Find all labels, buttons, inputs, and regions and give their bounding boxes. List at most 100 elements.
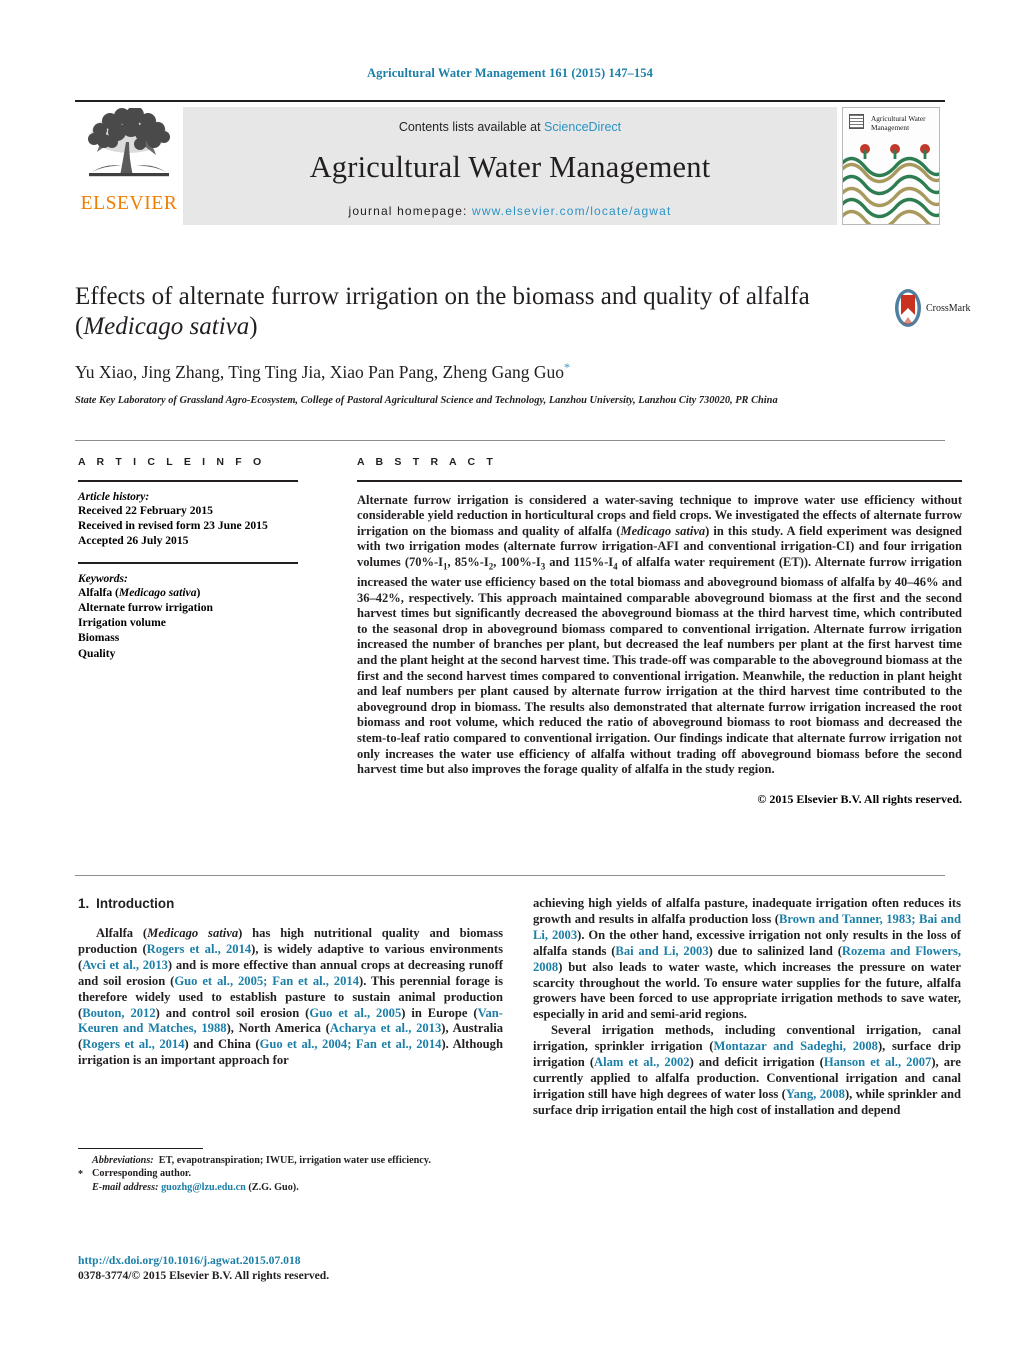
article-history-label: Article history: bbox=[78, 490, 150, 503]
homepage-prefix: journal homepage: bbox=[348, 204, 472, 218]
elsevier-tree-icon bbox=[88, 108, 170, 177]
article-info-rule bbox=[78, 480, 298, 482]
journal-cover-thumbnail: Agricultural Water Management bbox=[837, 102, 945, 228]
crossmark-icon bbox=[895, 289, 921, 327]
footnote-rule bbox=[78, 1148, 203, 1149]
intro-left-run: ) in Europe ( bbox=[401, 1005, 478, 1020]
intro-paragraph-right-2: Several irrigation methods, including co… bbox=[533, 1023, 961, 1118]
divider-above-body bbox=[75, 875, 945, 876]
abstract-run: , 100%-I bbox=[493, 554, 541, 569]
citation-link[interactable]: Montazar and Sadeghi, 2008 bbox=[714, 1039, 878, 1053]
species-italic: Medicago sativa bbox=[147, 926, 239, 940]
history-revised: Received in revised form 23 June 2015 bbox=[78, 518, 268, 532]
keyword-item: Biomass bbox=[78, 631, 120, 645]
article-info-heading: A R T I C L E I N F O bbox=[78, 456, 266, 468]
intro-paragraph-right-1: achieving high yields of alfalfa pasture… bbox=[533, 896, 961, 1023]
intro-left-run: ) and control soil erosion ( bbox=[155, 1005, 310, 1020]
history-accepted: Accepted 26 July 2015 bbox=[78, 534, 189, 547]
citation-link[interactable]: Guo et al., 2005 bbox=[309, 1006, 401, 1020]
abbreviations-label: Abbreviations: bbox=[92, 1155, 154, 1166]
abstract-run: of alfalfa water requirement (ET)). Alte… bbox=[357, 554, 963, 777]
contents-prefix: Contents lists available at bbox=[398, 120, 545, 134]
citation-link[interactable]: Alam et al., 2002 bbox=[594, 1055, 690, 1069]
citation-link[interactable]: Bouton, 2012 bbox=[82, 1006, 155, 1020]
title-block: Effects of alternate furrow irrigation o… bbox=[75, 282, 875, 407]
paper-page: Agricultural Water Management 161 (2015)… bbox=[0, 0, 1020, 1351]
affiliation: State Key Laboratory of Grassland Agro-E… bbox=[75, 394, 778, 406]
intro-paragraph-left: Alfalfa (Medicago sativa) has high nutri… bbox=[78, 926, 503, 1069]
authors-names: Yu Xiao, Jing Zhang, Ting Ting Jia, Xiao… bbox=[75, 361, 565, 382]
masthead-center: Contents lists available at ScienceDirec… bbox=[183, 107, 837, 225]
crossmark-badge[interactable]: CrossMark bbox=[893, 283, 971, 333]
intro-left-run: ) and China ( bbox=[184, 1037, 260, 1052]
abstract-text: Alternate furrow irrigation is considere… bbox=[357, 493, 962, 778]
contents-available-line: Contents lists available at ScienceDirec… bbox=[183, 107, 837, 134]
title-species-italic: Medicago sativa bbox=[83, 313, 250, 340]
keywords-label: Keywords: bbox=[78, 572, 128, 585]
citation-link[interactable]: Bai and Li, 2003 bbox=[615, 944, 708, 958]
article-info-section: A R T I C L E I N F O Article history: R… bbox=[78, 456, 298, 661]
citation-link[interactable]: Yang, 2008 bbox=[786, 1087, 845, 1101]
sciencedirect-link[interactable]: ScienceDirect bbox=[544, 120, 621, 134]
intro-left-run: Alfalfa ( bbox=[96, 926, 148, 940]
section-title: Introduction bbox=[96, 896, 175, 911]
abbreviations-footnote: Abbreviations: ET, evapotranspiration; I… bbox=[78, 1154, 503, 1167]
elsevier-wordmark: ELSEVIER bbox=[80, 193, 178, 214]
citation-link[interactable]: Guo et al., 2005; Fan et al., 2014 bbox=[174, 974, 359, 988]
keyword-item: Quality bbox=[78, 646, 116, 660]
citation-link[interactable]: Acharya et al., 2013 bbox=[330, 1021, 441, 1035]
intro-right-2-run: ) and deficit irrigation ( bbox=[689, 1055, 824, 1070]
running-head: Agricultural Water Management 161 (2015)… bbox=[367, 66, 653, 80]
citation-link[interactable]: Rogers et al., 2014 bbox=[147, 942, 252, 956]
email-link[interactable]: guozhg@lzu.edu.cn bbox=[161, 1182, 246, 1193]
cover-title: Agricultural Water Management bbox=[871, 114, 926, 132]
doi-block: http://dx.doi.org/10.1016/j.agwat.2015.0… bbox=[78, 1254, 508, 1282]
citation-link[interactable]: Hanson et al., 2007 bbox=[824, 1055, 932, 1069]
homepage-url[interactable]: www.elsevier.com/locate/agwat bbox=[472, 204, 671, 218]
title-part-2: ) bbox=[249, 313, 258, 340]
page-title: Effects of alternate furrow irrigation o… bbox=[75, 282, 875, 342]
abstract-run: and 115%-I bbox=[545, 554, 614, 569]
keyword-item: Alfalfa (Medicago sativa) bbox=[78, 585, 201, 599]
doi-link[interactable]: http://dx.doi.org/10.1016/j.agwat.2015.0… bbox=[78, 1254, 508, 1267]
footnote-block: Abbreviations: ET, evapotranspiration; I… bbox=[78, 1148, 503, 1194]
citation-link[interactable]: Avci et al., 2013 bbox=[82, 958, 168, 972]
asterisk-icon: * bbox=[78, 1169, 84, 1181]
cover-box: Agricultural Water Management bbox=[842, 107, 940, 225]
divider-above-abstract bbox=[75, 440, 945, 441]
abstract-species-italic: Medicago sativa bbox=[620, 523, 706, 538]
keyword-species-italic: Medicago sativa bbox=[118, 585, 197, 599]
email-footnote: E-mail address: guozhg@lzu.edu.cn (Z.G. … bbox=[78, 1181, 503, 1194]
cover-publisher-mark-icon bbox=[849, 114, 864, 129]
copyright-line: © 2015 Elsevier B.V. All rights reserved… bbox=[757, 791, 962, 806]
email-suffix: (Z.G. Guo). bbox=[248, 1181, 299, 1193]
intro-right-1-run: ) due to salinized land ( bbox=[708, 943, 842, 958]
keyword-item: Irrigation volume bbox=[78, 616, 166, 630]
history-received: Received 22 February 2015 bbox=[78, 503, 213, 517]
abbreviations-text: ET, evapotranspiration; IWUE, irrigation… bbox=[158, 1155, 431, 1166]
abstract-heading: A B S T R A C T bbox=[357, 456, 497, 468]
author-list: Yu Xiao, Jing Zhang, Ting Ting Jia, Xiao… bbox=[75, 360, 875, 383]
abstract-section: A B S T R A C T Alternate furrow irrigat… bbox=[357, 456, 962, 807]
corresponding-author-marker: * bbox=[564, 360, 571, 374]
journal-title: Agricultural Water Management bbox=[309, 150, 711, 184]
body-column-right: achieving high yields of alfalfa pasture… bbox=[533, 896, 961, 1119]
citation-link[interactable]: Guo et al., 2004; Fan et al., 2014 bbox=[260, 1037, 442, 1051]
crossmark-label: CrossMark bbox=[926, 302, 971, 314]
abstract-rule bbox=[357, 480, 962, 482]
issn-copyright-line: 0378-3774/© 2015 Elsevier B.V. All right… bbox=[78, 1269, 330, 1282]
elsevier-logo: ELSEVIER bbox=[75, 102, 183, 228]
citation-link[interactable]: Rogers et al., 2014 bbox=[82, 1037, 184, 1051]
body-column-left: 1. Introduction Alfalfa (Medicago sativa)… bbox=[78, 896, 503, 1069]
corresponding-author-footnote: * Corresponding author. bbox=[78, 1167, 503, 1180]
journal-masthead: ELSEVIER Contents lists available at Sci… bbox=[75, 100, 945, 228]
corresponding-author-text: Corresponding author. bbox=[92, 1168, 192, 1180]
journal-homepage-line: journal homepage: www.elsevier.com/locat… bbox=[183, 204, 837, 218]
keywords-rule bbox=[78, 562, 298, 564]
keyword-item: Alternate furrow irrigation bbox=[78, 601, 214, 614]
journal-cover-art-icon bbox=[843, 144, 939, 224]
section-number: 1. bbox=[78, 896, 90, 911]
abstract-run: , 85%-I bbox=[447, 554, 489, 569]
section-heading-introduction: 1. Introduction bbox=[78, 896, 503, 911]
email-label: E-mail address: bbox=[92, 1181, 159, 1193]
